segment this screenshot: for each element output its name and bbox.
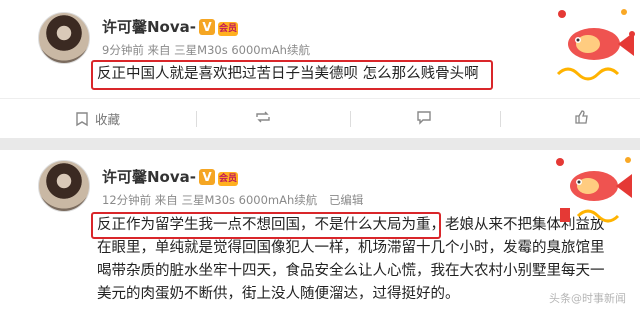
watermark: 头条@时事新闻 [549,292,626,305]
verified-badge-icon: V [199,19,215,35]
edited-label[interactable]: 已编辑 [329,193,364,207]
post-text-line: 在眼里，单纯就是觉得回国像犯人一样，机场滞留十几个小时，发霉的臭旅馆里 [97,240,605,256]
thumbs-up-icon [575,110,588,124]
comment-button[interactable] [416,109,437,125]
weibo-post-2: 许可馨Nova- V 会员 12分钟前 来自 三星M30s 6000mAh续航 已编… [0,150,640,313]
post-time[interactable]: 9分钟前 [102,43,144,57]
weibo-post-1: 许可馨Nova- V 会员 9分钟前 来自 三星M30s 6000mAh续航 反正中… [0,0,640,138]
username-row: 许可馨Nova- V 会员 [102,166,238,187]
favorite-label: 收藏 [95,112,121,127]
vip-badge-icon: 会员 [218,22,238,36]
favorite-icon [76,111,88,126]
vip-badge-icon: 会员 [218,172,238,186]
action-divider [500,111,501,127]
source-prefix: 来自 [154,193,178,207]
post-meta: 12分钟前 来自 三星M30s 6000mAh续航 已编辑 [102,192,363,208]
post-meta: 9分钟前 来自 三星M30s 6000mAh续航 [102,42,310,58]
post-source[interactable]: 三星M30s 6000mAh续航 [181,193,317,207]
new-year-fish-icon [556,157,632,223]
post-time[interactable]: 12分钟前 [102,193,151,207]
comment-icon [417,111,431,125]
repost-button[interactable] [255,109,276,125]
username[interactable]: 许可馨Nova- [102,168,196,186]
post-text: 反正中国人就是喜欢把过苦日子当美德呗 怎么那么贱骨头啊 [97,66,479,82]
action-divider [196,111,197,127]
new-year-fish-icon [556,9,635,81]
like-button[interactable] [574,109,595,125]
username-row: 许可馨Nova- V 会员 [102,16,238,37]
post-source[interactable]: 三星M30s 6000mAh续航 [174,43,310,57]
post-text-line: 喝带杂质的脏水坐牢十四天，食品安全么让人心慌，我在大农村小别墅里每天一 [97,263,605,279]
post-text-highlighted: 反正作为留学生我一点不想回国，不是什么大局为重， [97,217,445,233]
user-avatar[interactable] [38,160,90,212]
repost-icon [256,111,270,123]
favorite-button[interactable]: 收藏 [74,109,120,128]
source-prefix: 来自 [147,43,171,57]
username[interactable]: 许可馨Nova- [102,18,196,36]
verified-badge-icon: V [199,169,215,185]
action-divider [350,111,351,127]
action-bar: 收藏 [0,98,640,138]
user-avatar[interactable] [38,12,90,64]
